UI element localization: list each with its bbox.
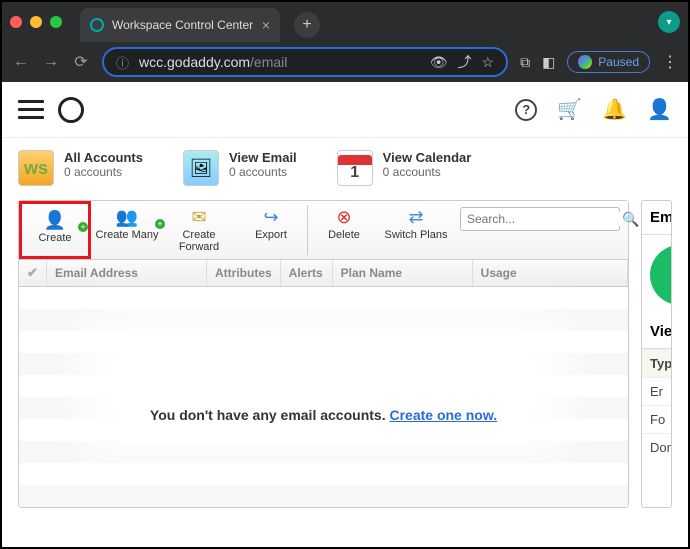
create-button[interactable]: 👤 Create — [19, 201, 91, 259]
col-usage[interactable]: Usage — [473, 260, 628, 286]
switch-plans-button[interactable]: ⇄ Switch Plans — [380, 201, 452, 259]
select-all-checkbox[interactable]: ✔ — [27, 265, 38, 281]
tab-close-icon[interactable]: × — [262, 17, 270, 33]
nav-back-icon[interactable]: ← — [12, 53, 30, 71]
godaddy-logo-icon[interactable] — [58, 97, 84, 123]
right-panel-row[interactable]: Er — [642, 377, 671, 405]
eye-slash-icon[interactable]: 👁 — [430, 54, 448, 71]
summary-sub: 0 accounts — [383, 165, 472, 179]
right-panel-type: Type — [642, 349, 671, 377]
window-minimize[interactable] — [30, 16, 42, 28]
email-accounts-panel: 👤 Create 👥 Create Many ✉ Create Forward … — [18, 200, 629, 508]
browser-menu-icon[interactable]: ⋮ — [662, 52, 678, 72]
col-alerts[interactable]: Alerts — [281, 260, 333, 286]
export-arrow-icon: ↪ — [239, 207, 303, 227]
paused-label: Paused — [598, 55, 639, 69]
sidepanel-icon[interactable]: ◧ — [542, 54, 555, 71]
summary-title: View Email — [229, 150, 297, 165]
window-maximize[interactable] — [50, 16, 62, 28]
url-text: wcc.godaddy.com/email — [139, 54, 420, 70]
browser-tab[interactable]: Workspace Control Center × — [80, 8, 280, 42]
account-icon[interactable]: 👤 — [647, 97, 672, 122]
tab-title: Workspace Control Center — [112, 18, 253, 32]
summary-sub: 0 accounts — [64, 165, 143, 179]
profile-paused-pill[interactable]: Paused — [567, 51, 650, 73]
main-menu-button[interactable] — [18, 100, 44, 119]
calendar-icon: 1 — [337, 150, 373, 186]
col-plan[interactable]: Plan Name — [333, 260, 473, 286]
right-panel-view: Vie — [642, 315, 671, 349]
create-one-now-link[interactable]: Create one now. — [389, 407, 497, 423]
empty-state-text: You don't have any email accounts. — [150, 407, 386, 423]
summary-view-email[interactable]: 🖼 View Email 0 accounts — [183, 150, 297, 186]
switch-arrows-icon: ⇄ — [384, 207, 448, 227]
envelope-forward-icon: ✉ — [167, 207, 231, 227]
right-panel-row[interactable]: Dom — [642, 433, 671, 461]
site-info-icon[interactable]: ⓘ — [116, 53, 129, 72]
search-input[interactable] — [467, 212, 622, 226]
empty-state: You don't have any email accounts. Creat… — [120, 387, 527, 443]
email-picture-icon: 🖼 — [183, 150, 219, 186]
window-close[interactable] — [10, 16, 22, 28]
users-plus-icon: 👥 — [95, 207, 159, 227]
search-icon[interactable]: 🔍 — [622, 211, 639, 228]
profile-dot-icon — [578, 55, 592, 69]
summary-title: All Accounts — [64, 150, 143, 165]
summary-view-calendar[interactable]: 1 View Calendar 0 accounts — [337, 150, 472, 186]
all-accounts-icon: ws — [18, 150, 54, 186]
user-plus-icon: 👤 — [26, 210, 84, 230]
search-box[interactable]: 🔍 — [460, 207, 620, 231]
summary-title: View Calendar — [383, 150, 472, 165]
tab-favicon-icon — [90, 18, 104, 32]
usage-chart-icon — [650, 245, 672, 305]
create-many-button[interactable]: 👥 Create Many — [91, 201, 163, 259]
right-side-panel: Em Vie Type Er Fo Dom — [641, 200, 672, 508]
right-panel-heading: Em — [642, 201, 671, 235]
delete-x-icon: ⊗ — [312, 207, 376, 227]
summary-all-accounts[interactable]: ws All Accounts 0 accounts — [18, 150, 143, 186]
nav-reload-icon[interactable]: ⟳ — [72, 52, 90, 72]
table-header: ✔ Email Address Attributes Alerts Plan N… — [19, 260, 628, 287]
col-email[interactable]: Email Address — [47, 260, 207, 286]
col-attributes[interactable]: Attributes — [207, 260, 281, 286]
new-tab-button[interactable]: + — [294, 12, 320, 38]
nav-forward-icon[interactable]: → — [42, 53, 60, 71]
profile-avatar[interactable]: ▾ — [658, 11, 680, 33]
export-button[interactable]: ↪ Export — [235, 201, 307, 259]
notifications-bell-icon[interactable]: 🔔 — [602, 97, 627, 122]
summary-sub: 0 accounts — [229, 165, 297, 179]
url-bar[interactable]: ⓘ wcc.godaddy.com/email 👁 ⤴ ☆ — [102, 47, 508, 77]
delete-button[interactable]: ⊗ Delete — [308, 201, 380, 259]
right-panel-row[interactable]: Fo — [642, 405, 671, 433]
share-icon[interactable]: ⤴ — [458, 52, 472, 72]
create-forward-button[interactable]: ✉ Create Forward — [163, 201, 235, 259]
bookmark-star-icon[interactable]: ☆ — [482, 54, 495, 71]
table-body: You don't have any email accounts. Creat… — [19, 287, 628, 507]
help-icon[interactable]: ? — [515, 99, 537, 121]
extensions-icon[interactable]: ⧉ — [520, 54, 530, 71]
cart-icon[interactable]: 🛒 — [557, 97, 582, 122]
